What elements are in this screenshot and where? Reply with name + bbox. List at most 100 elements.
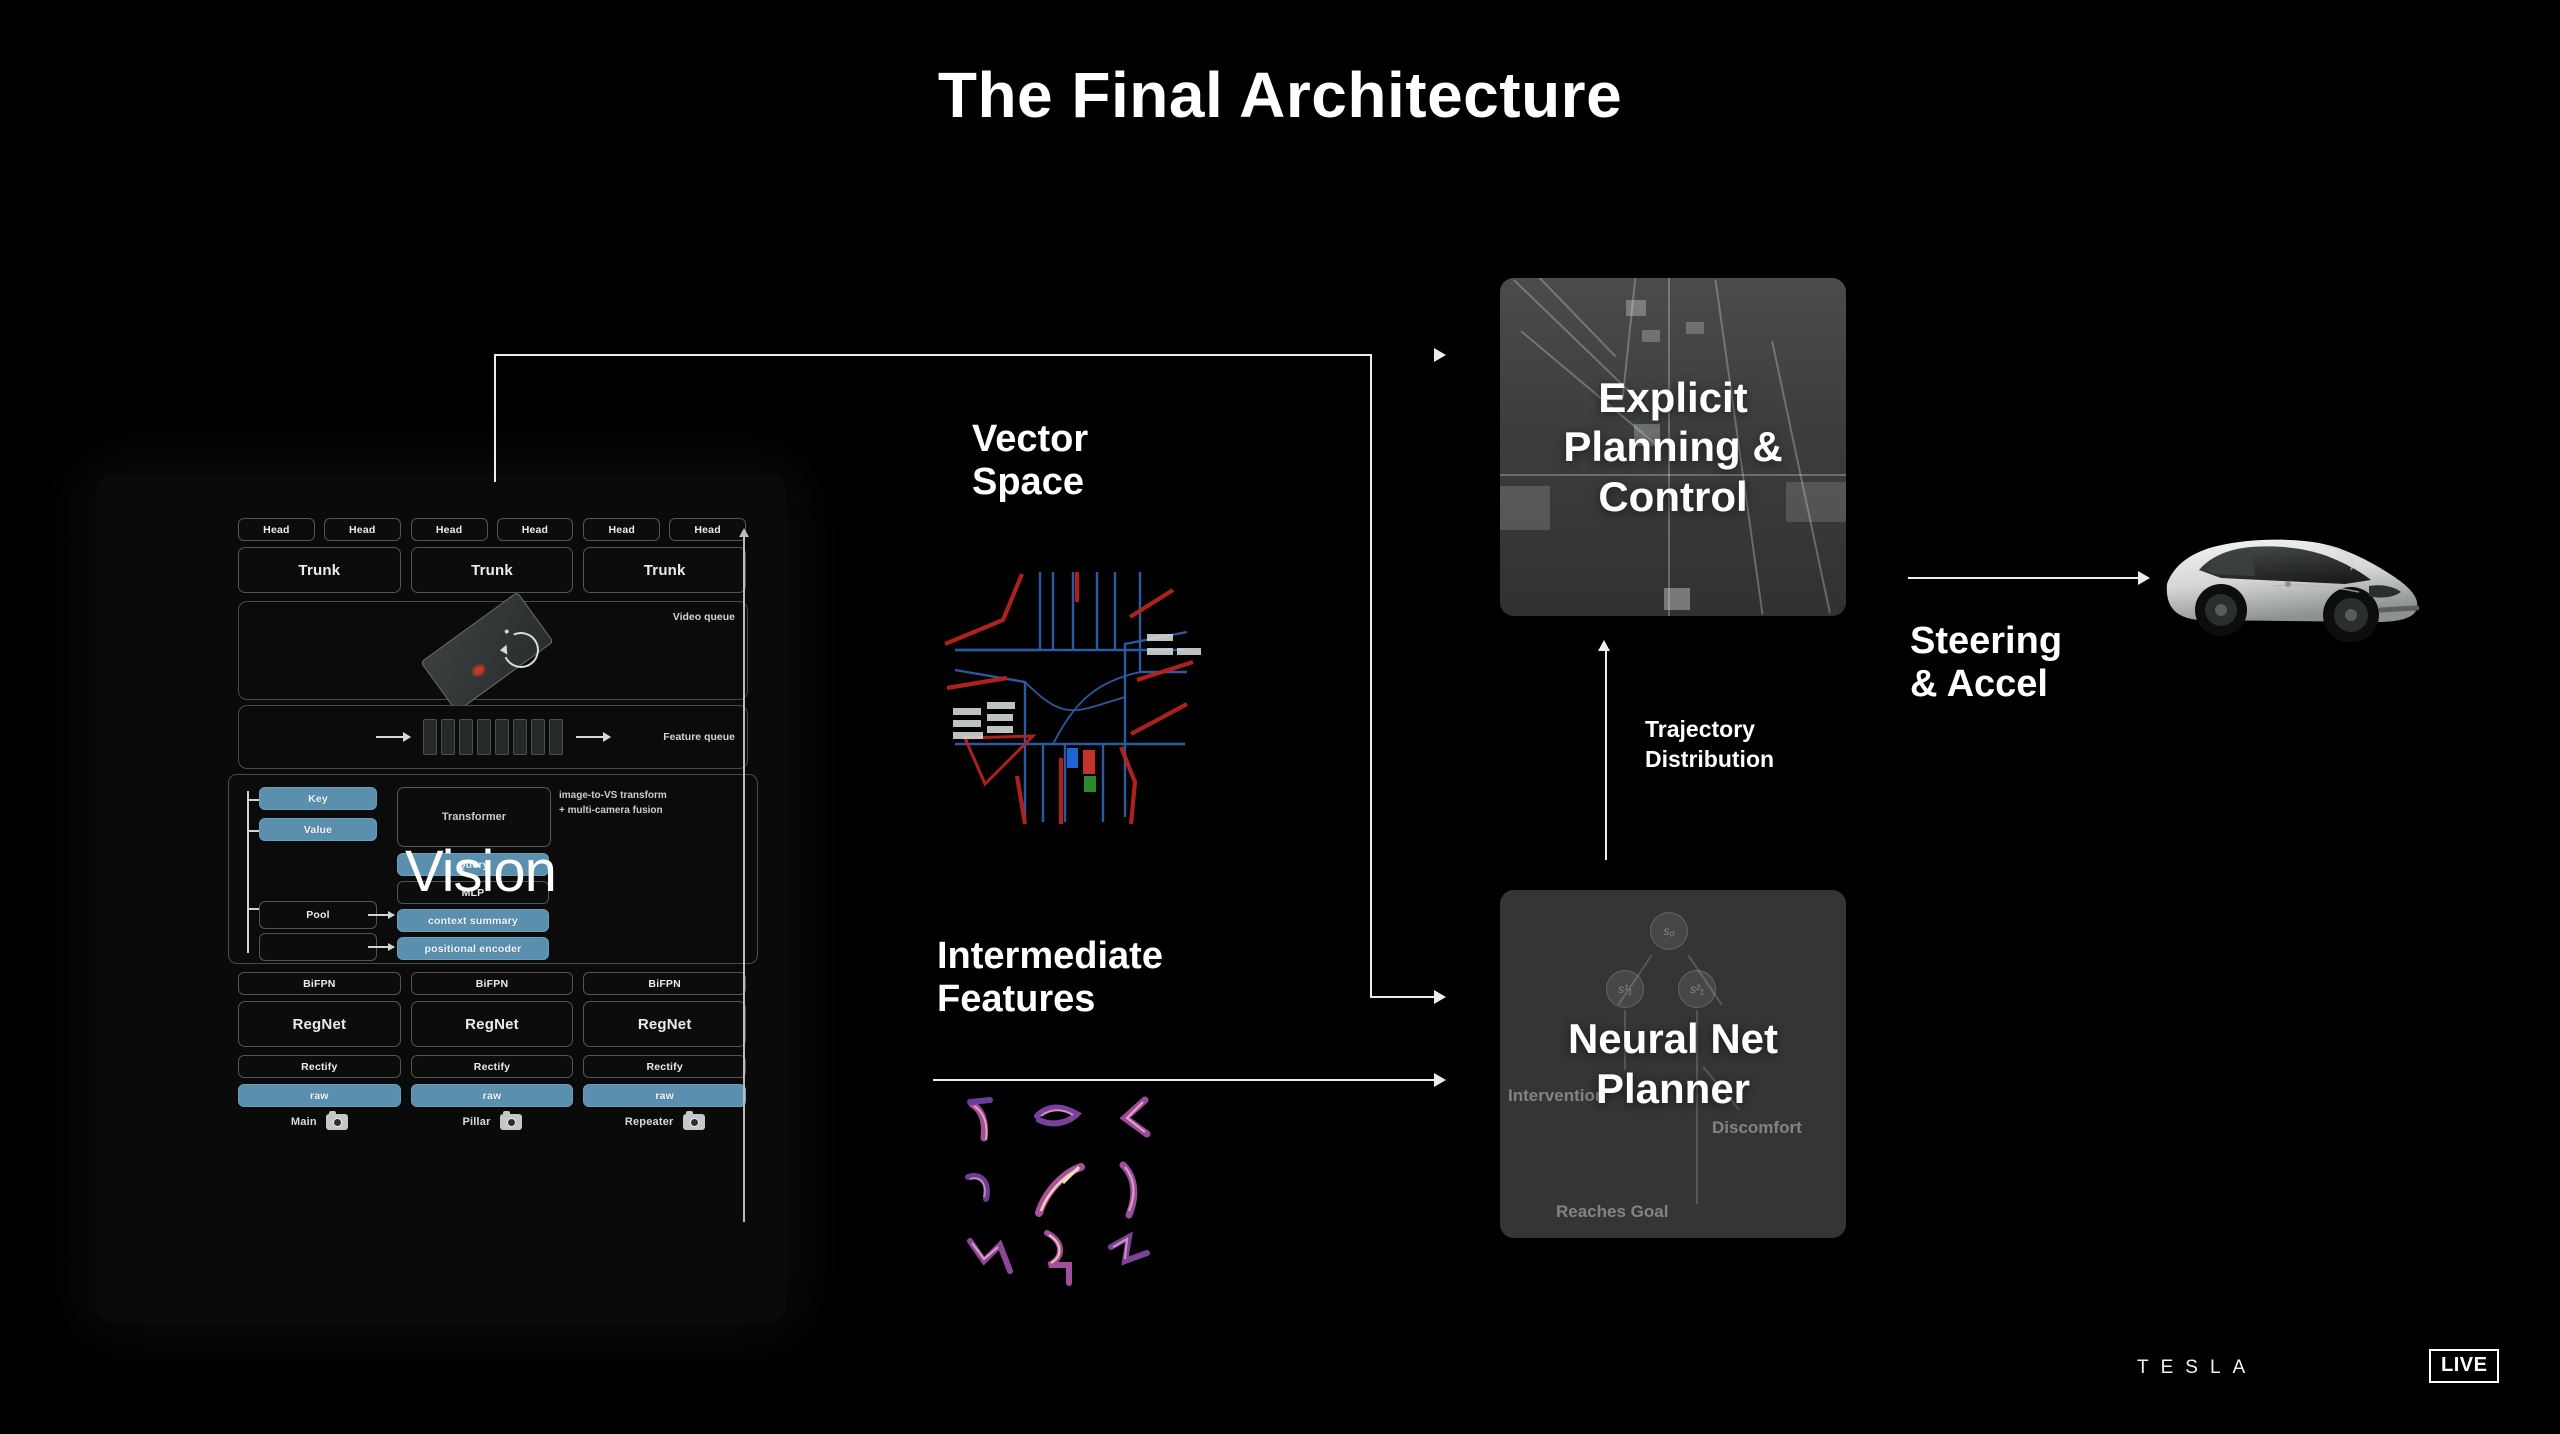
bifpn-box: BiFPN (410, 972, 574, 995)
regnet-row: RegNet RegNet RegNet (238, 1001, 747, 1048)
head-box: Head (323, 518, 401, 541)
rectify-box: Rectify (410, 1055, 574, 1078)
raw-box: raw (410, 1084, 574, 1107)
connector-vertical-up (494, 354, 496, 482)
planning-title-line3: Control (1598, 472, 1748, 520)
arrowhead-features-to-planner (1434, 1073, 1446, 1087)
explicit-planning-card[interactable]: Explicit Planning & Control (1500, 278, 1846, 616)
feature-queue-graphic (376, 719, 611, 755)
planner-bg-word: Discomfort (1712, 1118, 1802, 1137)
arrow-pool-to-context-icon (368, 911, 395, 918)
feature-queue-label: Feature queue (663, 731, 735, 743)
dataflow-up-arrow-icon (739, 528, 748, 1222)
tree-node: s²₁ (1678, 970, 1716, 1008)
feature-slots (423, 719, 563, 755)
intermediate-features-visualization (960, 1090, 1160, 1290)
transformer-note: image-to-VS transform + multi-camera fus… (559, 789, 729, 818)
value-box: Value (259, 818, 377, 841)
trajectory-line2: Distribution (1645, 745, 1775, 772)
rectify-box: Rectify (583, 1055, 747, 1078)
transformer-note-line1: image-to-VS transform (559, 790, 667, 801)
trajectory-line1: Trajectory (1645, 716, 1755, 742)
raw-box: raw (238, 1084, 401, 1107)
vector-space-visualization (925, 562, 1215, 832)
context-summary-box: context summary (397, 909, 549, 932)
bifpn-box: BiFPN (238, 972, 401, 995)
camera-label: Pillar (462, 1116, 491, 1128)
planner-title-line1: Neural Net (1567, 1015, 1779, 1063)
arrowhead-to-planning (1434, 348, 1446, 362)
vision-overlay-label: Vision (405, 839, 557, 904)
steering-accel-label: Steering & Accel (1910, 620, 2062, 705)
camera-label: Main (290, 1116, 317, 1128)
arrowhead-to-car (2138, 571, 2150, 585)
slide-root: The Final Architecture Head Head Head He… (0, 0, 2560, 1434)
camera-pillar: Pillar (411, 1111, 574, 1130)
head-box: Head (669, 518, 747, 541)
tree-node: s₀ (1650, 912, 1688, 950)
vector-space-label: Vector Space (972, 418, 1088, 503)
tesla-brand-text: TESLA (2137, 1357, 2258, 1378)
transformer-note-line2: + multi-camera fusion (559, 804, 663, 816)
arrowhead-trajectory-up (1598, 640, 1610, 651)
live-badge: LIVE (2429, 1349, 2500, 1383)
connector-branch-vertical (1370, 354, 1372, 998)
intermediate-features-line1: Intermediate (937, 935, 1163, 977)
raw-box: raw (583, 1084, 747, 1107)
arrowhead-branch-to-planner (1434, 990, 1446, 1004)
feature-map-tile (1028, 1090, 1092, 1153)
camera-icon (682, 1111, 705, 1130)
pool-box: Pool (259, 901, 377, 929)
planning-title-line1: Explicit (1598, 373, 1748, 421)
planner-bg-word: Reaches Goal (1556, 1202, 1669, 1221)
feature-map-tile (960, 1227, 1023, 1290)
camera-main: Main (238, 1111, 401, 1130)
tree-node: s¹₁ (1606, 970, 1644, 1008)
camera-icon (325, 1111, 348, 1130)
key-box: Key (259, 787, 377, 810)
tesla-wordmark: TESLA (2137, 1357, 2257, 1379)
rectify-row: Rectify Rectify Rectify (238, 1055, 747, 1078)
neural-net-planner-card[interactable]: s₀ s¹₁ s²₁ Intervention Discomfort Reach… (1500, 890, 1846, 1238)
trunk-box: Trunk (410, 547, 574, 593)
regnet-box: RegNet (410, 1001, 574, 1047)
page-title: The Final Architecture (937, 59, 1623, 131)
head-box: Head (496, 518, 574, 541)
planner-title-line2: Planner (1595, 1065, 1751, 1112)
camera-row: Main Pillar Repeater (238, 1111, 746, 1130)
neural-net-planner-title: Neural Net Planner (1568, 1014, 1778, 1113)
frame-point-dot (503, 628, 510, 634)
head-box: Head (238, 518, 315, 541)
steering-line2: & Accel (1910, 662, 2048, 705)
trajectory-distribution-label: Trajectory Distribution (1645, 715, 1774, 775)
head-box: Head (583, 518, 661, 541)
head-pair-repeater: Head Head (583, 518, 747, 541)
regnet-box: RegNet (583, 1001, 747, 1047)
video-queue-label: Video queue (672, 611, 735, 623)
feature-map-tile (1028, 1158, 1092, 1222)
intermediate-features-line2: Features (937, 977, 1096, 1020)
feature-map-tile (1097, 1227, 1160, 1290)
vector-space-line2: Space (972, 460, 1084, 503)
bifpn-row: BiFPN BiFPN BiFPN (238, 972, 747, 995)
planning-title-line2: Planning & (1563, 423, 1783, 471)
head-box: Head (410, 518, 488, 541)
transformer-side-rail (247, 791, 249, 953)
tesla-vehicle-image (2155, 522, 2430, 643)
feature-map-tile (1097, 1158, 1160, 1222)
feature-map-tile (960, 1158, 1023, 1222)
bifpn-box: BiFPN (583, 972, 747, 995)
connector-top-horizontal (494, 354, 1372, 356)
feature-map-tile (1097, 1090, 1160, 1153)
tree-edge (1696, 1140, 1698, 1204)
connector-steering (1908, 577, 2140, 579)
trunk-box: Trunk (238, 547, 401, 593)
camera-label: Repeater (624, 1116, 674, 1128)
feature-map-tile (1028, 1227, 1092, 1290)
trunk-box: Trunk (583, 547, 747, 593)
head-pair-main: Head Head (238, 518, 401, 541)
camera-repeater: Repeater (583, 1111, 746, 1130)
connector-intermediate-features (933, 1079, 1436, 1081)
arrow-out-icon (576, 732, 611, 742)
steering-line1: Steering (1910, 620, 2063, 662)
